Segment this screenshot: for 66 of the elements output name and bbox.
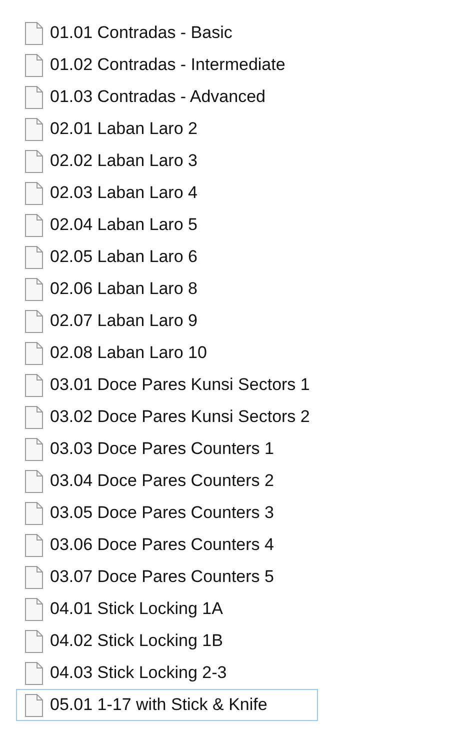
file-name: 01.02 Contradas - Intermediate <box>50 54 286 76</box>
document-icon <box>25 406 43 428</box>
document-icon <box>25 150 43 172</box>
file-name: 03.05 Doce Pares Counters 3 <box>50 502 274 524</box>
document-icon <box>25 118 43 140</box>
document-icon <box>25 342 43 364</box>
file-name: 04.02 Stick Locking 1B <box>50 630 223 652</box>
document-icon <box>25 502 43 524</box>
file-name: 02.04 Laban Laro 5 <box>50 214 198 236</box>
document-icon <box>25 566 43 588</box>
document-icon <box>25 22 43 44</box>
file-name: 03.02 Doce Pares Kunsi Sectors 2 <box>50 406 310 428</box>
file-item[interactable]: 01.01 Contradas - Basic <box>16 17 318 49</box>
document-icon <box>25 470 43 492</box>
file-item[interactable]: 02.08 Laban Laro 10 <box>16 337 318 369</box>
file-item[interactable]: 04.01 Stick Locking 1A <box>16 593 318 625</box>
file-name: 04.03 Stick Locking 2-3 <box>50 662 227 684</box>
file-name: 03.01 Doce Pares Kunsi Sectors 1 <box>50 374 310 396</box>
file-item[interactable]: 02.06 Laban Laro 8 <box>16 273 318 305</box>
document-icon <box>25 438 43 460</box>
file-item[interactable]: 05.01 1-17 with Stick & Knife <box>16 689 318 721</box>
file-name: 02.08 Laban Laro 10 <box>50 342 207 364</box>
file-name: 02.02 Laban Laro 3 <box>50 150 198 172</box>
file-item[interactable]: 03.03 Doce Pares Counters 1 <box>16 433 318 465</box>
file-item[interactable]: 04.02 Stick Locking 1B <box>16 625 318 657</box>
file-item[interactable]: 03.04 Doce Pares Counters 2 <box>16 465 318 497</box>
file-item[interactable]: 02.01 Laban Laro 2 <box>16 113 318 145</box>
document-icon <box>25 694 43 716</box>
document-icon <box>25 534 43 556</box>
file-name: 02.07 Laban Laro 9 <box>50 310 198 332</box>
file-name: 02.03 Laban Laro 4 <box>50 182 198 204</box>
document-icon <box>25 246 43 268</box>
document-icon <box>25 598 43 620</box>
file-item[interactable]: 04.03 Stick Locking 2-3 <box>16 657 318 689</box>
file-name: 02.06 Laban Laro 8 <box>50 278 198 300</box>
file-name: 02.01 Laban Laro 2 <box>50 118 198 140</box>
document-icon <box>25 86 43 108</box>
document-icon <box>25 182 43 204</box>
file-item[interactable]: 02.04 Laban Laro 5 <box>16 209 318 241</box>
file-name: 01.03 Contradas - Advanced <box>50 86 266 108</box>
file-name: 03.03 Doce Pares Counters 1 <box>50 438 274 460</box>
document-icon <box>25 374 43 396</box>
file-item[interactable]: 02.02 Laban Laro 3 <box>16 145 318 177</box>
file-item[interactable]: 03.02 Doce Pares Kunsi Sectors 2 <box>16 401 318 433</box>
file-item[interactable]: 03.05 Doce Pares Counters 3 <box>16 497 318 529</box>
file-item[interactable]: 02.03 Laban Laro 4 <box>16 177 318 209</box>
file-name: 05.01 1-17 with Stick & Knife <box>50 694 268 716</box>
file-item[interactable]: 01.03 Contradas - Advanced <box>16 81 318 113</box>
file-name: 03.06 Doce Pares Counters 4 <box>50 534 274 556</box>
file-name: 03.07 Doce Pares Counters 5 <box>50 566 274 588</box>
file-name: 04.01 Stick Locking 1A <box>50 598 223 620</box>
file-item[interactable]: 03.01 Doce Pares Kunsi Sectors 1 <box>16 369 318 401</box>
file-item[interactable]: 02.05 Laban Laro 6 <box>16 241 318 273</box>
file-name: 03.04 Doce Pares Counters 2 <box>50 470 274 492</box>
document-icon <box>25 310 43 332</box>
document-icon <box>25 630 43 652</box>
file-item[interactable]: 02.07 Laban Laro 9 <box>16 305 318 337</box>
file-item[interactable]: 03.07 Doce Pares Counters 5 <box>16 561 318 593</box>
file-name: 01.01 Contradas - Basic <box>50 22 232 44</box>
document-icon <box>25 214 43 236</box>
document-icon <box>25 662 43 684</box>
document-icon <box>25 278 43 300</box>
file-name: 02.05 Laban Laro 6 <box>50 246 198 268</box>
document-icon <box>25 54 43 76</box>
file-item[interactable]: 01.02 Contradas - Intermediate <box>16 49 318 81</box>
file-item[interactable]: 03.06 Doce Pares Counters 4 <box>16 529 318 561</box>
